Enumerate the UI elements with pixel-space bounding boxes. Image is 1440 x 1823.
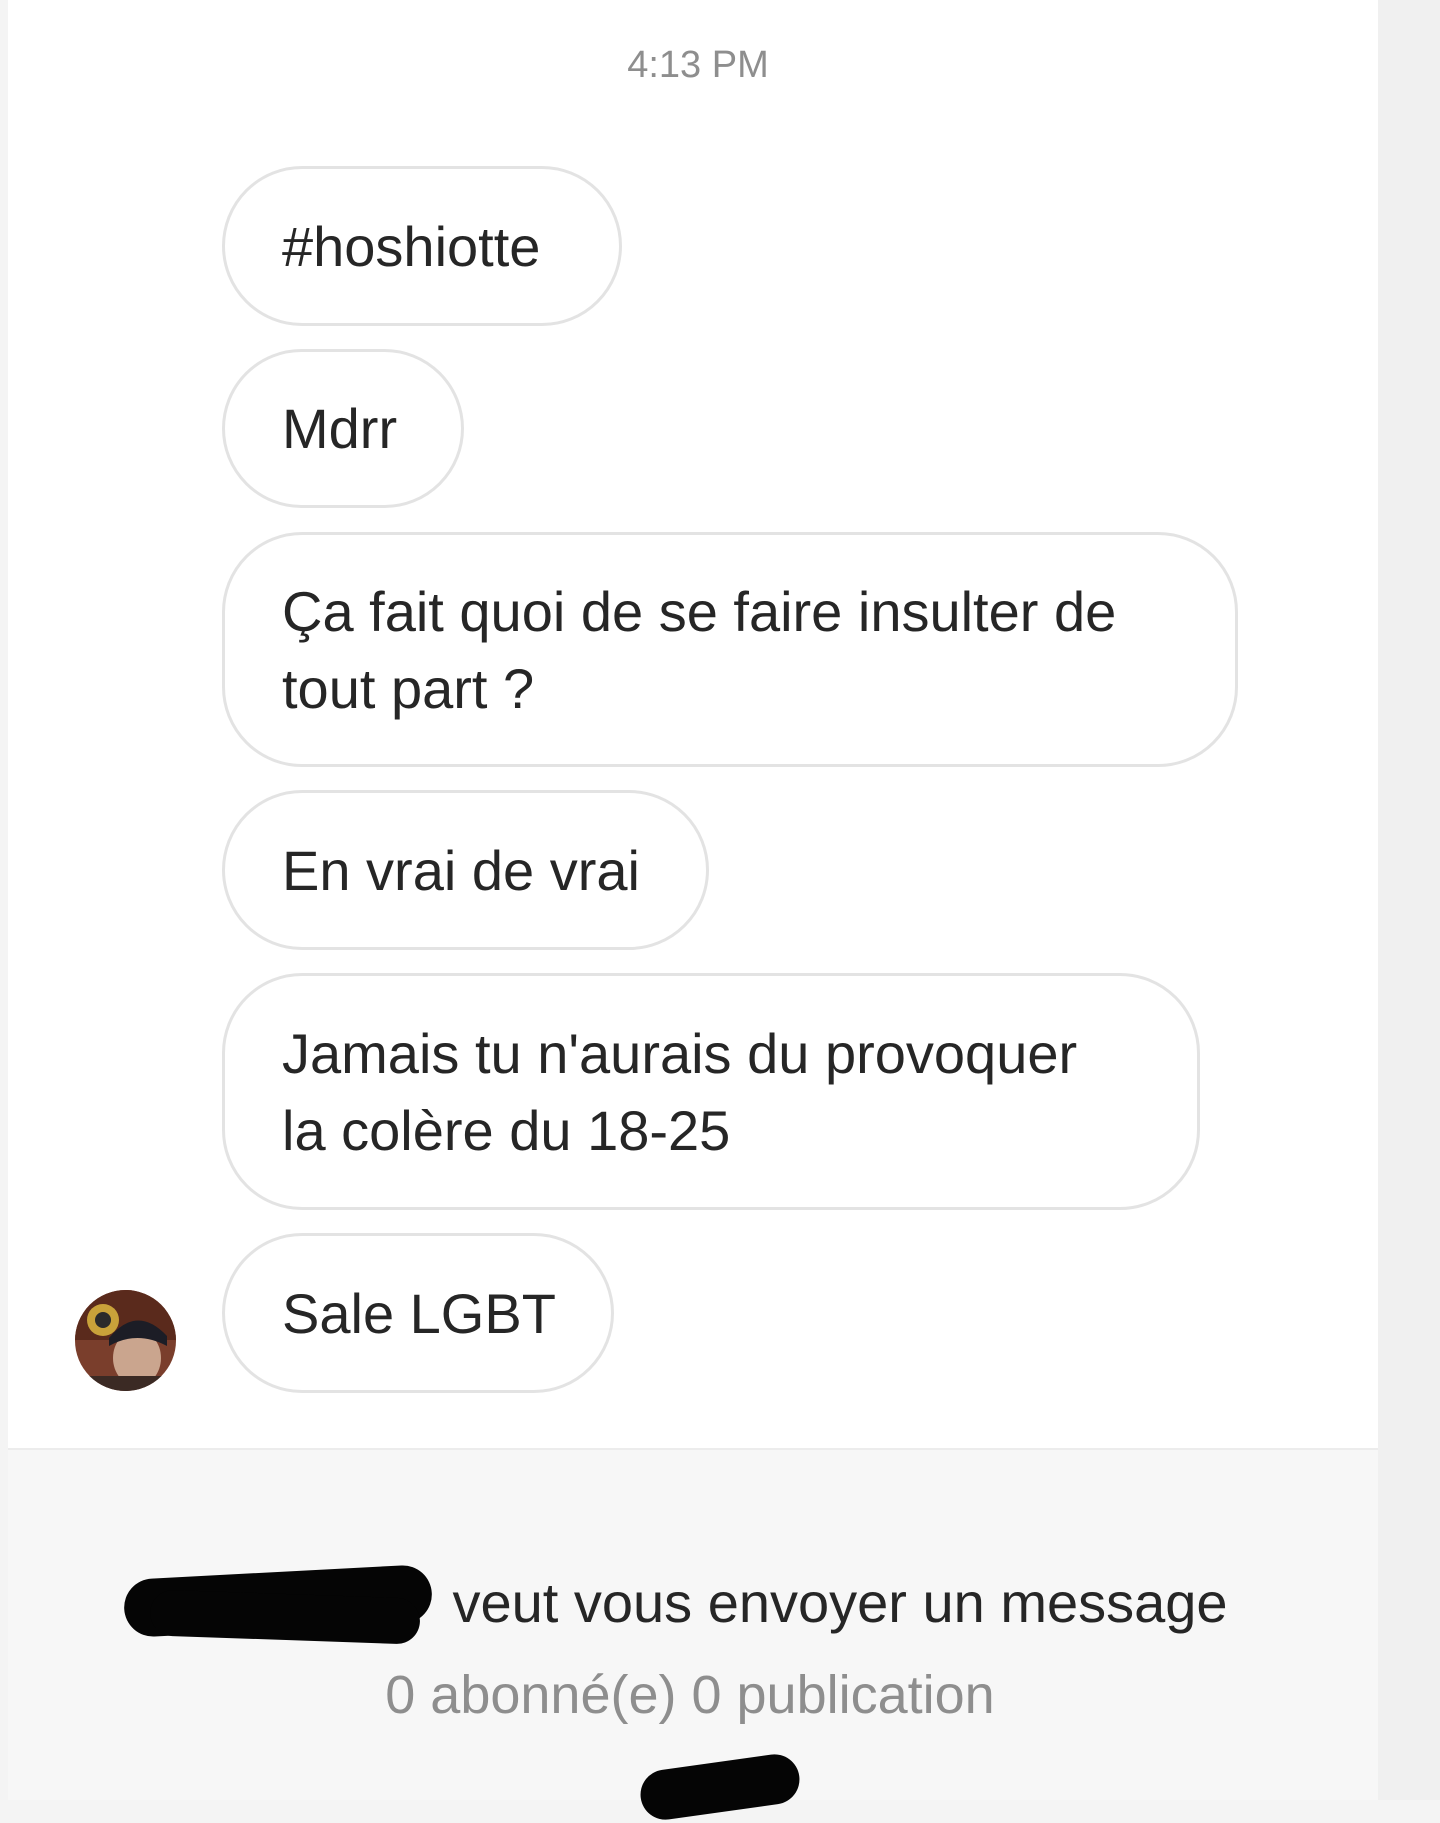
- message-text: Mdrr: [282, 397, 398, 460]
- message-text: #hoshiotte: [282, 214, 541, 278]
- message-bubble[interactable]: Mdrr: [222, 349, 464, 508]
- message-text: En vrai de vrai: [282, 838, 640, 902]
- message-timestamp: 4:13 PM: [627, 44, 769, 86]
- message-text: Ça fait quoi de se faire insulter de tou…: [282, 579, 1117, 720]
- chat-thread: 4:13 PM #hoshiotte Mdrr Ça fait quoi de …: [8, 0, 1378, 1450]
- message-bubble[interactable]: Sale LGBT: [222, 1233, 614, 1393]
- profile-stats: 0 abonné(e) 0 publication: [385, 1665, 995, 1725]
- message-bubble[interactable]: Jamais tu n'aurais du provoquer la colèr…: [222, 973, 1200, 1210]
- sender-avatar[interactable]: [75, 1290, 176, 1391]
- message-bubble[interactable]: En vrai de vrai: [222, 790, 709, 950]
- message-bubble[interactable]: #hoshiotte: [222, 166, 622, 326]
- message-text: Sale LGBT: [282, 1281, 556, 1345]
- avatar-image: [75, 1290, 176, 1391]
- message-text: Jamais tu n'aurais du provoquer la colèr…: [282, 1021, 1078, 1162]
- message-bubble[interactable]: Ça fait quoi de se faire insulter de tou…: [222, 532, 1238, 767]
- redaction-mark: [149, 1589, 421, 1645]
- side-strip: [1378, 0, 1440, 1800]
